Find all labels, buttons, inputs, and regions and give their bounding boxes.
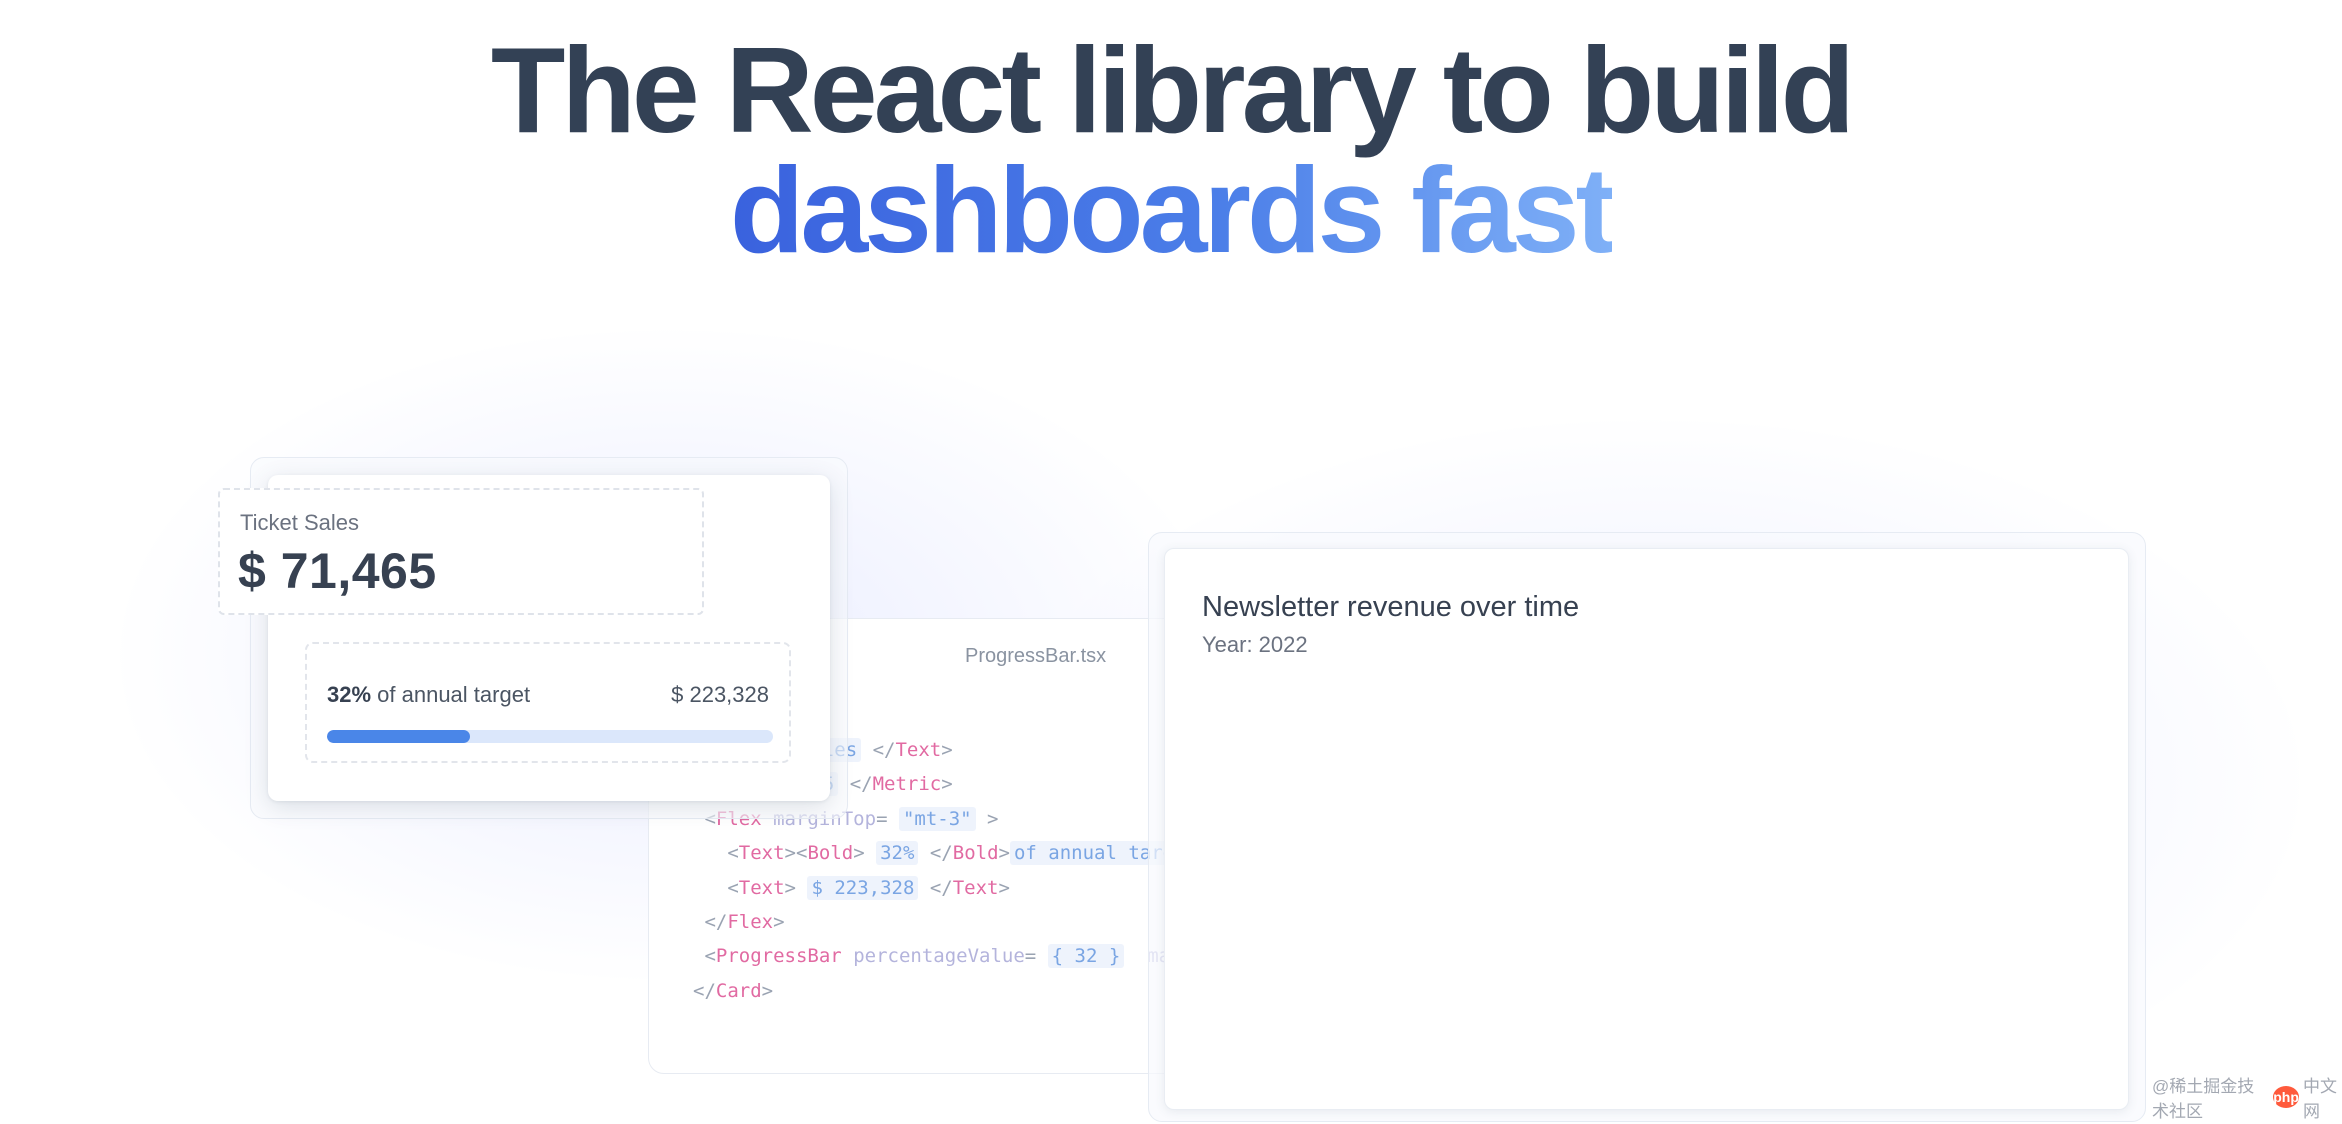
code-token: <	[704, 945, 716, 968]
hero-word-dashboards: dashboards	[729, 142, 1382, 278]
hero-heading: The React library to build dashboards fa…	[0, 22, 2342, 270]
code-token: 32%	[876, 841, 919, 866]
code-token: { 32 }	[1047, 944, 1125, 969]
code-token: Flex	[727, 911, 774, 934]
code-token: percentageValue	[841, 945, 1025, 968]
code-token: $ 223,328	[807, 875, 919, 900]
code-token: Text	[738, 876, 785, 899]
code-token: <	[727, 842, 739, 865]
hero-line-1: The React library to build	[490, 22, 1855, 158]
watermark: @稀土掘金技术社区 php 中文网	[2152, 1072, 2342, 1122]
code-token: Bold	[952, 842, 999, 865]
code-token: >	[941, 739, 953, 761]
ticket-sales-box: Ticket Sales $ 71,465	[218, 488, 704, 615]
progress-percent: 32%	[327, 682, 372, 707]
code-token: ProgressBar	[715, 945, 842, 968]
code-filename: ProgressBar.tsx	[965, 645, 1107, 667]
code-token: >	[941, 773, 953, 796]
code-token: >	[998, 876, 1010, 899]
code-token: Text	[952, 876, 999, 899]
code-line: </Flex>	[693, 905, 1178, 939]
code-token: </	[918, 876, 953, 899]
hero-word-fast: fast	[1411, 142, 1613, 278]
watermark-text: @稀土掘金技术社区	[2152, 1077, 2255, 1121]
chart-title: Newsletter revenue over time	[1202, 591, 1580, 623]
code-line: </Card>	[693, 974, 1178, 1008]
code-token: Text	[738, 842, 785, 865]
code-token: ><	[784, 842, 808, 865]
hero-line-2: dashboards fast	[730, 150, 1612, 270]
code-token: "mt-3"	[898, 806, 976, 831]
code-token: </	[861, 739, 896, 761]
progress-caption: 32% of annual target	[327, 682, 530, 708]
watermark-text-right: 中文网	[2303, 1077, 2338, 1121]
code-line: <Text><Bold> 32% </Bold> of annual targ	[693, 836, 1179, 870]
code-token: </	[918, 842, 953, 865]
code-token: </	[704, 911, 728, 934]
code-token: Text	[895, 739, 942, 761]
code-token: Bold	[807, 842, 854, 865]
code-token: =	[1024, 945, 1048, 968]
ticket-sales-label: Ticket Sales	[240, 510, 360, 535]
code-token: </	[693, 979, 716, 1002]
chart-subtitle: Year: 2022	[1202, 632, 1308, 657]
code-token: >	[784, 876, 808, 899]
progress-bar-fill	[327, 730, 470, 743]
code-token: >	[773, 911, 785, 934]
progress-bar	[327, 730, 773, 743]
progress-box: 32% of annual target $ 223,328	[305, 642, 791, 763]
code-token: >	[761, 979, 774, 1002]
code-line: <Text> $ 223,328 </Text>	[693, 871, 1178, 905]
code-token: >	[975, 807, 999, 830]
code-token: Card	[715, 979, 762, 1002]
progress-caption-text: of annual target	[371, 682, 531, 707]
chart-card: Newsletter revenue over time Year: 2022	[1164, 548, 2129, 1110]
progress-target: $ 223,328	[671, 682, 769, 707]
code-token: Metric	[872, 773, 942, 796]
code-token: >	[998, 842, 1010, 865]
code-token: =	[876, 807, 899, 830]
ticket-sales-metric: $ 71,465	[238, 543, 437, 599]
code-token: <	[727, 876, 739, 899]
code-token: >	[853, 842, 877, 865]
watermark-badge: php	[2273, 1086, 2300, 1108]
code-line: <ProgressBar percentageValue= { 32 } ma	[693, 939, 1178, 973]
